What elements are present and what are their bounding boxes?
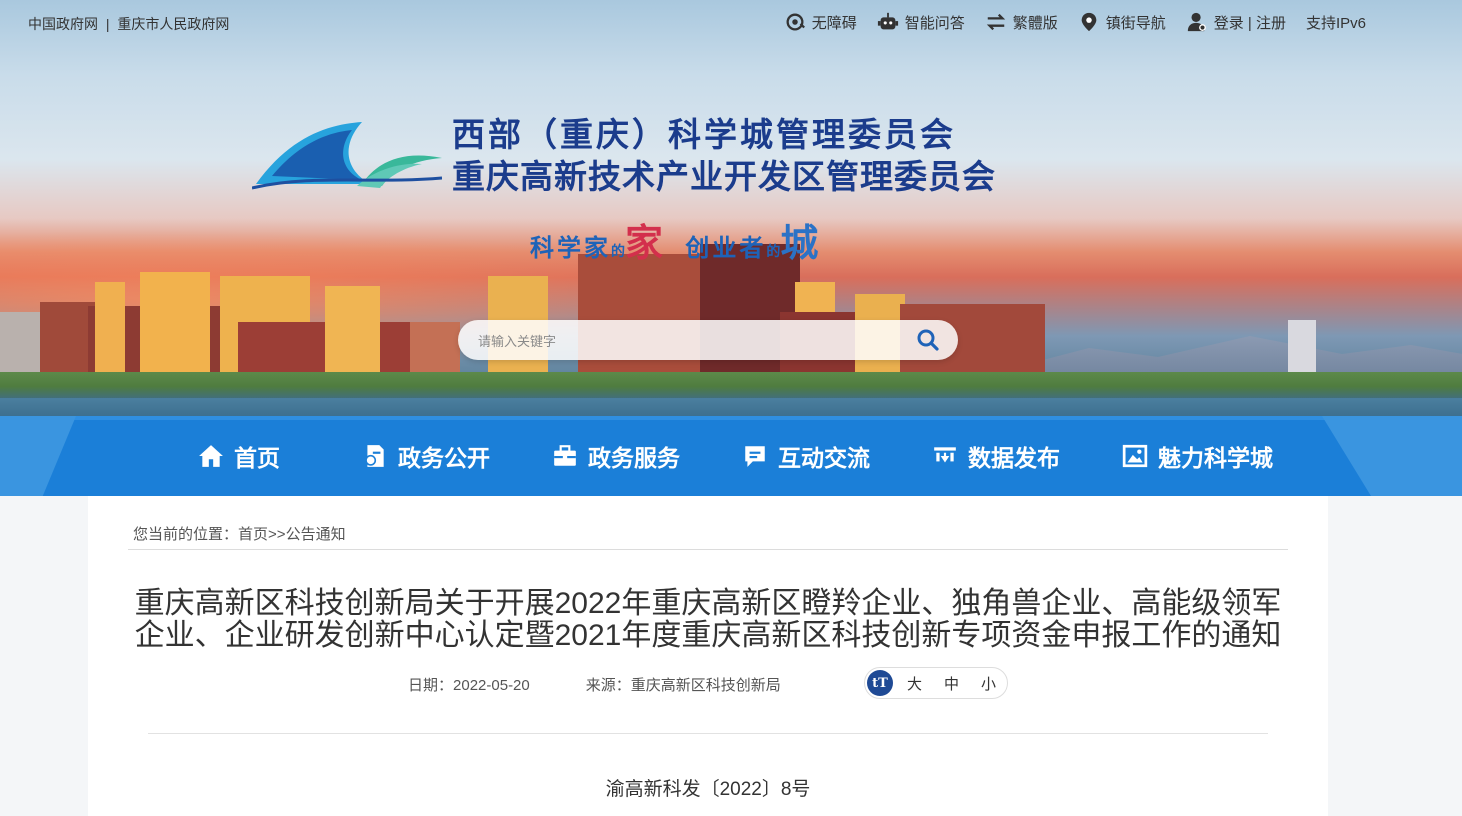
picture-icon [1122, 444, 1148, 468]
source-value: 重庆高新区科技创新局 [630, 677, 781, 694]
login-register-label: 登录 | 注册 [1213, 14, 1286, 32]
nav-interaction[interactable]: 互动交流 [742, 436, 932, 476]
article-meta: 日期：2022-05-20 来源：重庆高新区科技创新局 [408, 674, 781, 695]
city-gov-link[interactable]: 重庆市人民政府网 [117, 16, 229, 32]
breadcrumb-divider [128, 549, 1288, 550]
site-logo-icon [252, 122, 442, 190]
font-size-large[interactable]: 大 [907, 673, 922, 694]
gov-link[interactable]: 中国政府网 [28, 16, 98, 32]
chat-icon [745, 446, 765, 467]
font-size-medium[interactable]: 中 [944, 673, 959, 694]
nav-items: 首页 政务公开 政务服务 互动交流 数据发布 魅力科学城 [198, 436, 1312, 476]
breadcrumb: 您当前的位置：首页>>公告通知 [133, 523, 346, 544]
slogan-part2: 创业者 [685, 235, 767, 262]
search-input[interactable] [476, 328, 900, 354]
header-banner: 中国政府网 | 重庆市人民政府网 无障碍 智能问答 繁體版 镇街导航 登录 | … [0, 0, 1462, 420]
slogan-part1: 科学家 [530, 235, 611, 262]
slogan-of1: 的 [611, 243, 625, 259]
top-bar-divider: | [105, 16, 110, 32]
user-icon [1187, 12, 1206, 32]
nav-left-wing [0, 416, 76, 496]
article-panel: 您当前的位置：首页>>公告通知 重庆高新区科技创新局关于开展2022年重庆高新区… [88, 496, 1328, 816]
nav-gov-services[interactable]: 政务服务 [552, 436, 742, 476]
switch-icon [986, 13, 1005, 31]
login-register-link[interactable]: 登录 | 注册 [1186, 11, 1286, 33]
font-size-icon: tT [867, 670, 893, 696]
town-navigation-label: 镇街导航 [1105, 14, 1166, 32]
ipv6-link[interactable]: 支持IPv6 [1306, 12, 1366, 33]
slogan-city: 城 [780, 220, 822, 265]
site-title-line2: 重庆高新技术产业开发区管理委员会 [452, 158, 996, 195]
nav-interaction-label: 互动交流 [778, 445, 870, 471]
robot-icon [877, 12, 898, 30]
article-title: 重庆高新区科技创新局关于开展2022年重庆高新区瞪羚企业、独角兽企业、高能级领军… [128, 588, 1288, 652]
date-label: 日期： [408, 677, 454, 694]
search-icon[interactable] [916, 328, 940, 352]
article-date: 日期：2022-05-20 [408, 674, 530, 695]
nav-home-label: 首页 [234, 445, 280, 471]
traditional-chinese-label: 繁體版 [1012, 14, 1058, 32]
data-icon [934, 447, 956, 463]
home-icon [199, 445, 223, 467]
breadcrumb-home[interactable]: 首页 [238, 526, 268, 543]
briefcase-icon [554, 445, 576, 466]
font-size-small[interactable]: 小 [981, 673, 996, 694]
nav-data-release-label: 数据发布 [968, 445, 1060, 471]
breadcrumb-prefix: 您当前的位置： [133, 526, 239, 543]
date-value: 2022-05-20 [453, 677, 530, 694]
town-navigation-link[interactable]: 镇街导航 [1078, 11, 1166, 33]
accessibility-icon [786, 13, 805, 31]
accessibility-label: 无障碍 [811, 14, 857, 32]
breadcrumb-current[interactable]: 公告通知 [286, 526, 346, 543]
top-links: 无障碍 智能问答 繁體版 镇街导航 登录 | 注册 支持IPv6 [784, 11, 1366, 33]
traditional-chinese-link[interactable]: 繁體版 [985, 11, 1058, 33]
smart-qa-label: 智能问答 [904, 14, 965, 32]
site-title-line1: 西部（重庆）科学城管理委员会 [452, 116, 956, 153]
main-nav: 首页 政务公开 政务服务 互动交流 数据发布 魅力科学城 [0, 416, 1462, 496]
nav-top-strip [0, 416, 1462, 420]
top-bar: 中国政府网 | 重庆市人民政府网 无障碍 智能问答 繁體版 镇街导航 登录 | … [0, 0, 1462, 44]
source-label: 来源： [585, 677, 631, 694]
nav-gov-services-label: 政务服务 [588, 445, 680, 471]
article-source: 来源：重庆高新区科技创新局 [586, 674, 781, 695]
meta-divider [148, 733, 1268, 734]
nav-charm-science-city-label: 魅力科学城 [1158, 445, 1273, 471]
breadcrumb-separator: >> [268, 526, 286, 543]
nav-data-release[interactable]: 数据发布 [932, 436, 1122, 476]
smart-qa-link[interactable]: 智能问答 [877, 11, 965, 33]
nav-right-wing [1322, 416, 1462, 496]
ipv6-label: 支持IPv6 [1305, 14, 1366, 32]
font-size-switcher: tT 大 中 小 [864, 667, 1008, 699]
search-box [458, 320, 958, 360]
nav-gov-affairs-open[interactable]: 政务公开 [362, 436, 552, 476]
accessibility-link[interactable]: 无障碍 [784, 11, 857, 33]
slogan-of2: 的 [766, 243, 781, 259]
nav-charm-science-city[interactable]: 魅力科学城 [1122, 436, 1312, 476]
document-number: 渝高新科发〔2022〕8号 [605, 779, 811, 800]
top-bar-left: 中国政府网 | 重庆市人民政府网 [28, 14, 233, 34]
nav-home[interactable]: 首页 [198, 436, 362, 476]
slogan-home: 家 [625, 220, 667, 265]
nav-gov-affairs-open-label: 政务公开 [398, 445, 490, 471]
article-title-line1: 重庆高新区科技创新局关于开展2022年重庆高新区瞪羚企业、独角兽企业、高能级领军 [134, 587, 1282, 620]
site-slogan: 科学家的家 创业者的城 [530, 212, 821, 267]
article-title-line2: 企业、企业研发创新中心认定暨2021年度重庆高新区科技创新专项资金申报工作的通知 [134, 619, 1282, 652]
location-icon [1081, 12, 1097, 32]
document-icon [365, 445, 384, 467]
